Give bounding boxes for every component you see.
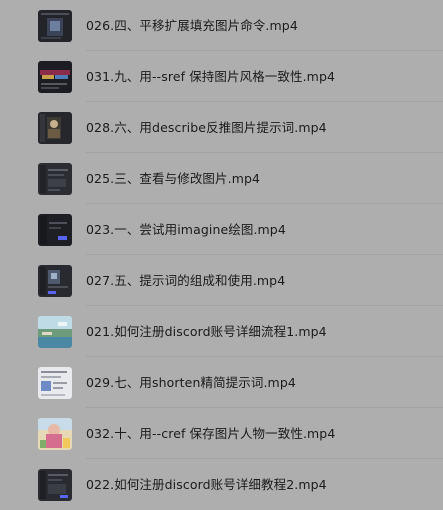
file-name: 021.如何注册discord账号详细流程1.mp4 bbox=[86, 324, 327, 339]
file-name: 023.一、尝试用imagine绘图.mp4 bbox=[86, 222, 286, 237]
file-item[interactable]: 026.四、平移扩展填充图片命令.mp4 bbox=[0, 0, 443, 51]
file-name: 027.五、提示词的组成和使用.mp4 bbox=[86, 273, 286, 288]
video-thumbnail bbox=[38, 469, 72, 501]
file-item[interactable]: 031.九、用--sref 保持图片风格一致性.mp4 bbox=[0, 51, 443, 102]
video-thumbnail bbox=[38, 367, 72, 399]
video-thumbnail bbox=[38, 214, 72, 246]
file-name: 031.九、用--sref 保持图片风格一致性.mp4 bbox=[86, 69, 336, 84]
file-item[interactable]: 028.六、用describe反推图片提示词.mp4 bbox=[0, 102, 443, 153]
file-name: 022.如何注册discord账号详细教程2.mp4 bbox=[86, 477, 327, 492]
video-thumbnail bbox=[38, 265, 72, 297]
file-name: 029.七、用shorten精简提示词.mp4 bbox=[86, 375, 296, 390]
video-thumbnail bbox=[38, 112, 72, 144]
video-thumbnail bbox=[38, 418, 72, 450]
file-name: 025.三、查看与修改图片.mp4 bbox=[86, 171, 261, 186]
file-item[interactable]: 021.如何注册discord账号详细流程1.mp4 bbox=[0, 306, 443, 357]
file-item[interactable]: 027.五、提示词的组成和使用.mp4 bbox=[0, 255, 443, 306]
file-name: 032.十、用--cref 保存图片人物一致性.mp4 bbox=[86, 426, 336, 441]
file-item[interactable]: 023.一、尝试用imagine绘图.mp4 bbox=[0, 204, 443, 255]
video-thumbnail bbox=[38, 10, 72, 42]
file-item[interactable]: 025.三、查看与修改图片.mp4 bbox=[0, 153, 443, 204]
file-name: 028.六、用describe反推图片提示词.mp4 bbox=[86, 120, 327, 135]
file-list: 026.四、平移扩展填充图片命令.mp4 031.九、用--sref 保持图片风… bbox=[0, 0, 443, 505]
file-item[interactable]: 022.如何注册discord账号详细教程2.mp4 bbox=[0, 459, 443, 510]
file-item[interactable]: 029.七、用shorten精简提示词.mp4 bbox=[0, 357, 443, 408]
video-thumbnail bbox=[38, 61, 72, 93]
video-thumbnail bbox=[38, 163, 72, 195]
file-name: 026.四、平移扩展填充图片命令.mp4 bbox=[86, 18, 298, 33]
file-item[interactable]: 032.十、用--cref 保存图片人物一致性.mp4 bbox=[0, 408, 443, 459]
video-thumbnail bbox=[38, 316, 72, 348]
